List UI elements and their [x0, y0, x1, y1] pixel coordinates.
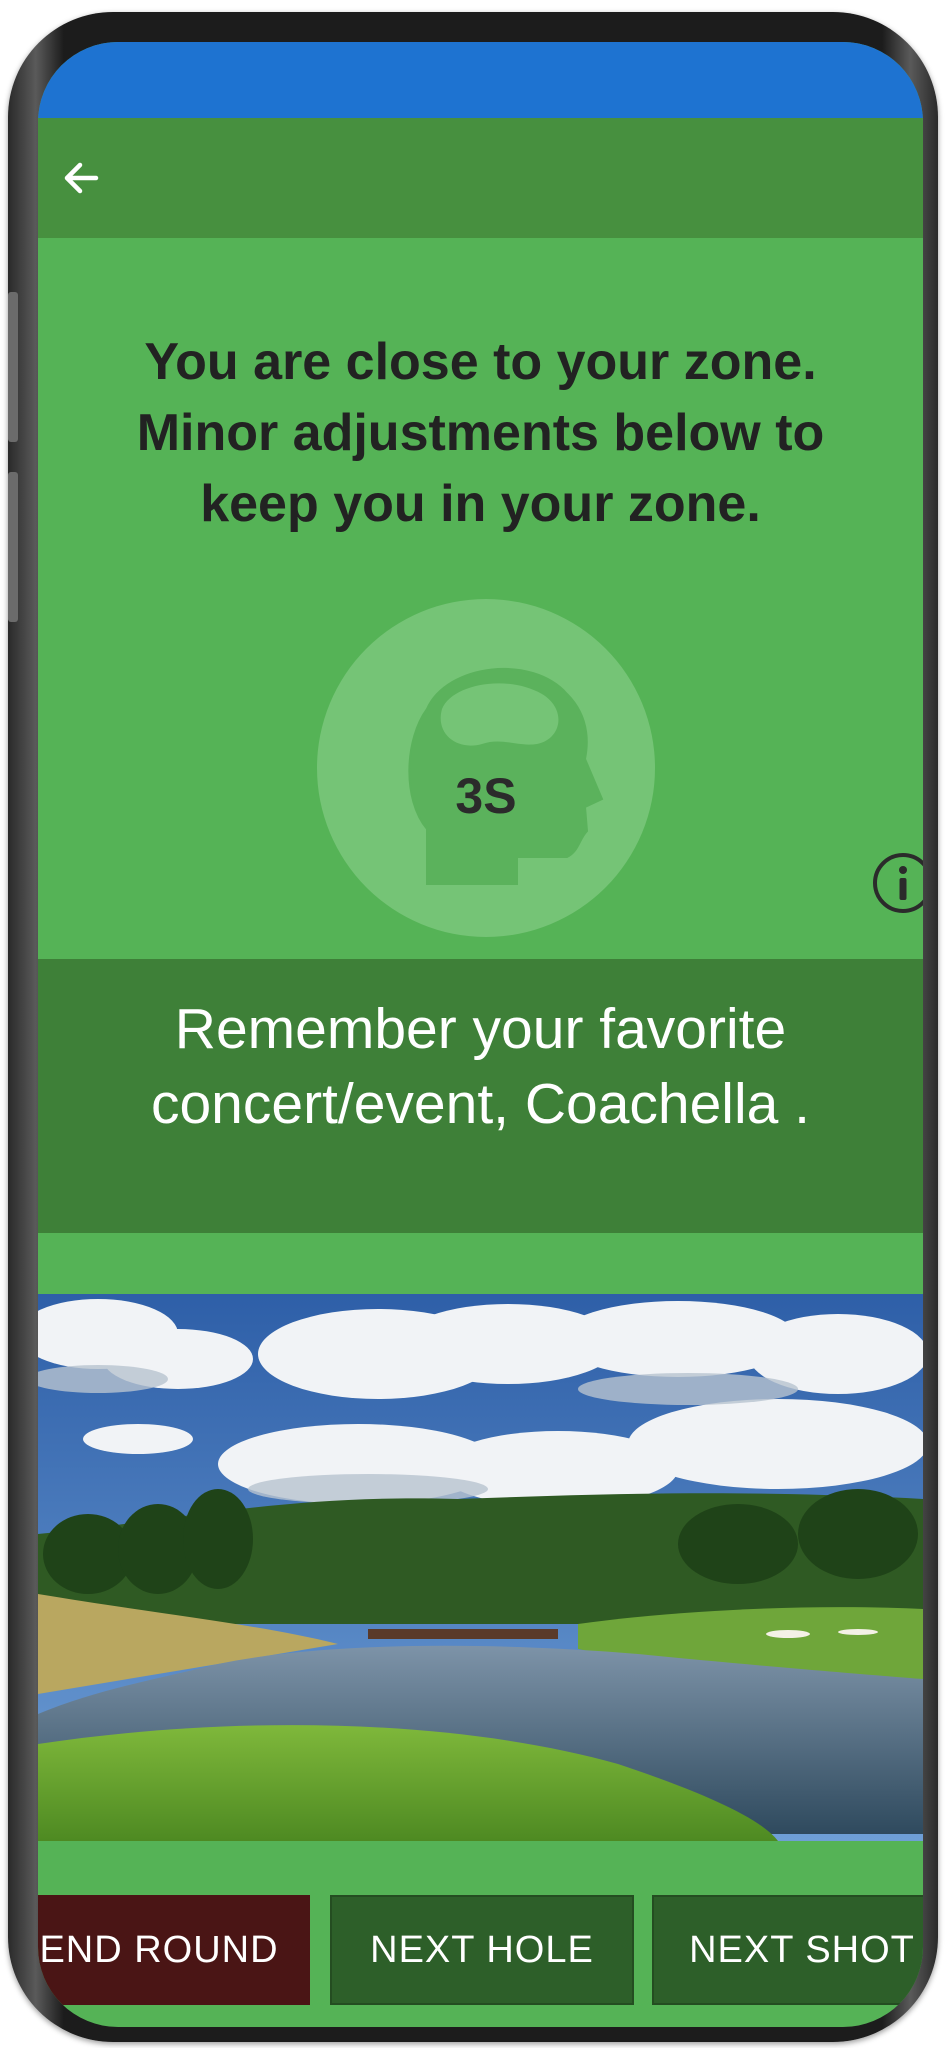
golf-course-photo: [38, 1294, 923, 1841]
zone-message-line: Minor adjustments below to: [136, 404, 825, 462]
zone-message: You are close to your zone. Minor adjust…: [78, 327, 883, 540]
app-bar: [38, 118, 923, 238]
end-round-button[interactable]: END ROUND: [38, 1895, 310, 2005]
info-icon[interactable]: [870, 850, 923, 916]
phone-frame: You are close to your zone. Minor adjust…: [8, 12, 938, 2042]
tip-line: Remember your favorite: [174, 997, 787, 1061]
side-button: [8, 472, 18, 622]
next-hole-button[interactable]: NEXT HOLE: [330, 1895, 634, 2005]
status-bar: [38, 42, 923, 118]
tip-text: Remember your favorite concert/event, Co…: [58, 992, 903, 1142]
next-shot-button[interactable]: NEXT SHOT: [652, 1895, 923, 2005]
side-button: [8, 292, 18, 442]
zone-message-line: keep you in your zone.: [200, 475, 761, 533]
zone-message-line: You are close to your zone.: [144, 333, 817, 391]
arrow-left-icon[interactable]: [50, 146, 114, 210]
tip-line: concert/event, Coachella .: [150, 1072, 811, 1136]
screen: You are close to your zone. Minor adjust…: [38, 42, 923, 2027]
zone-label: 3S: [455, 768, 517, 824]
